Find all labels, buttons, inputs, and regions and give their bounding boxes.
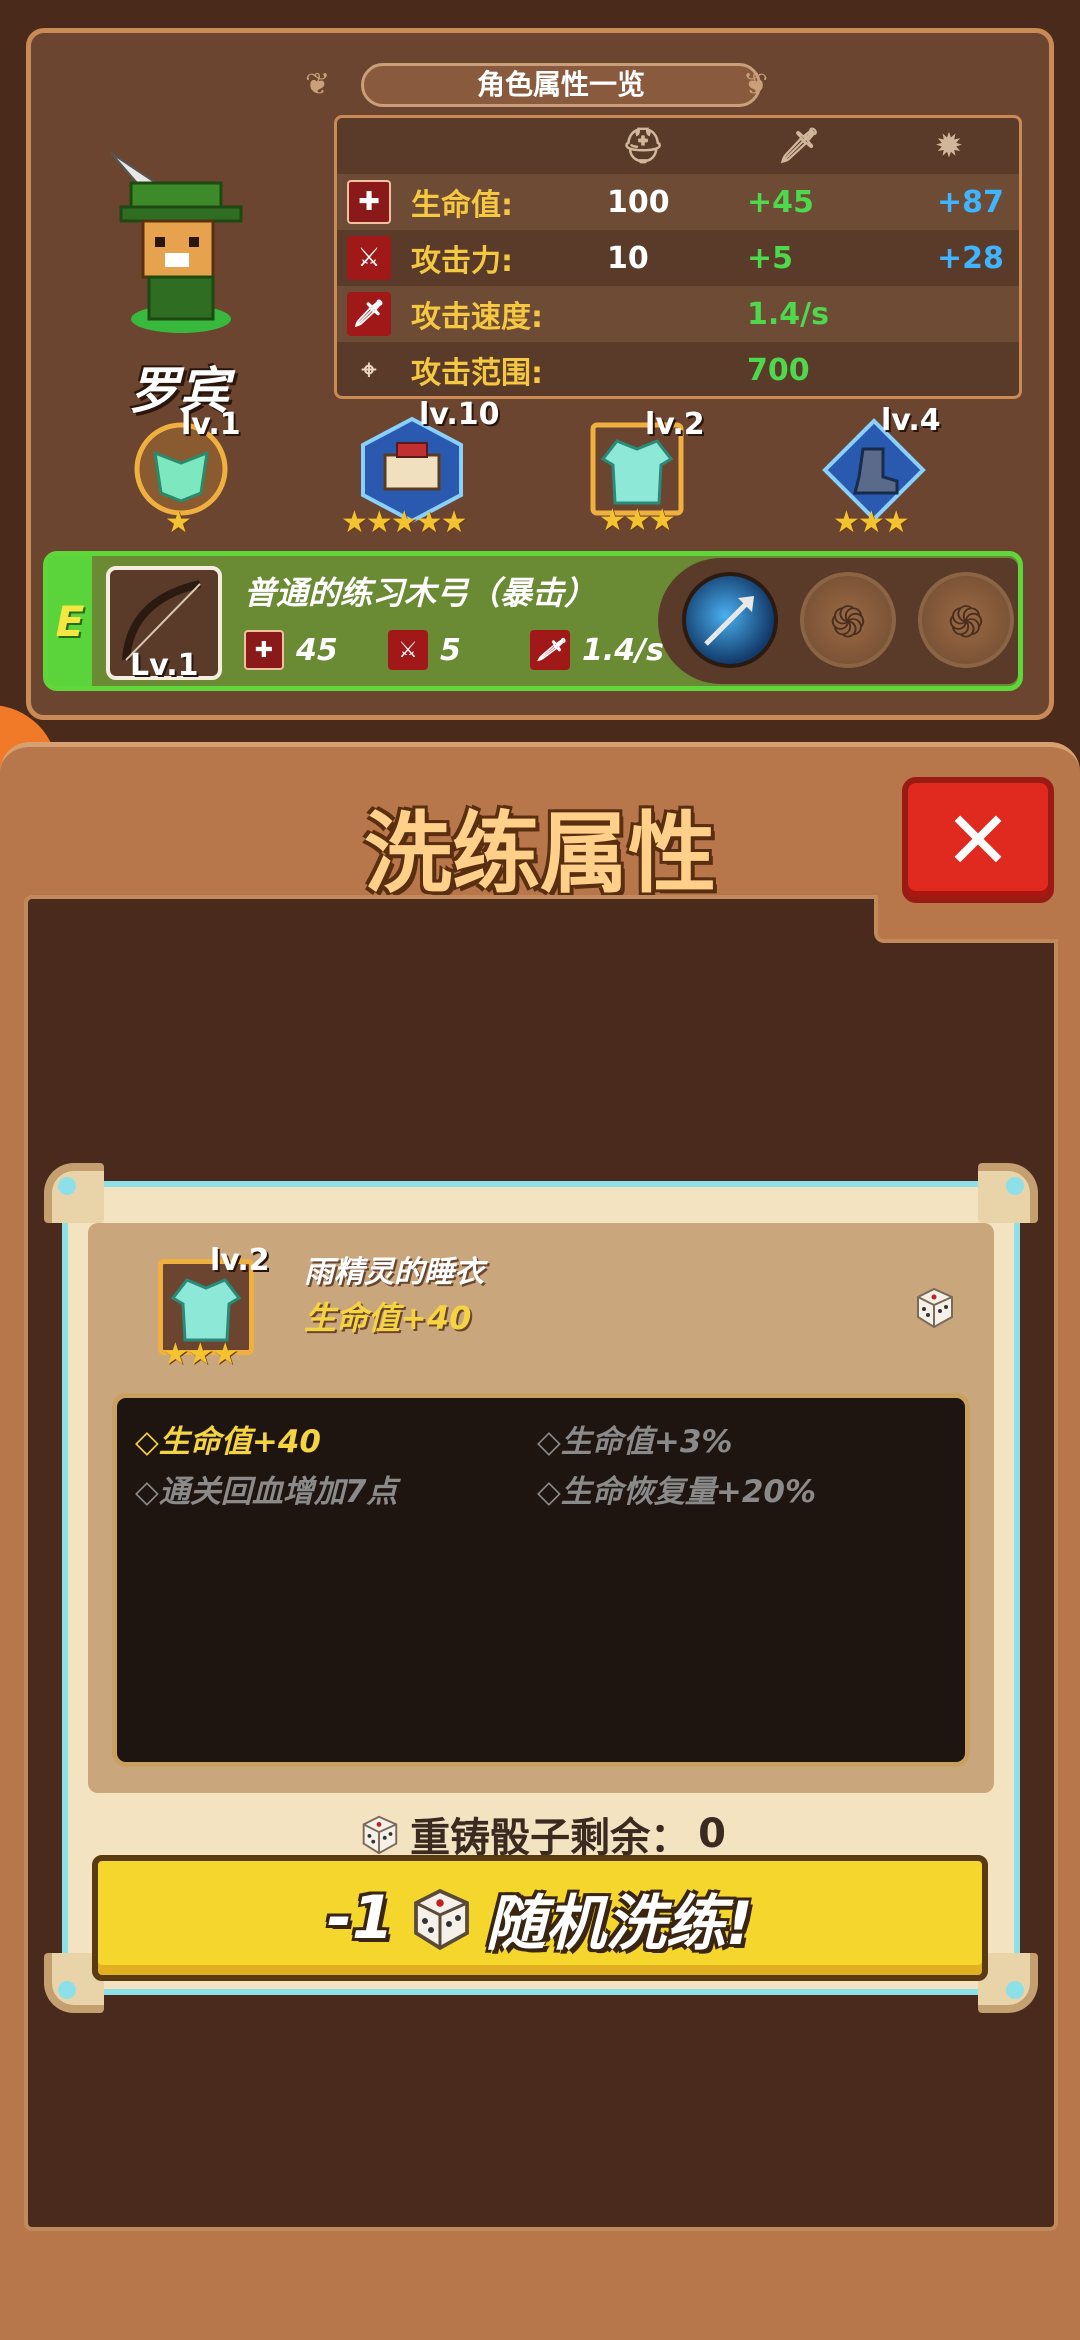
character-attributes-panel: ❦ 角色属性一览 ❦ 罗宾 ⛑ 🗡 ✹ ✚ 生命值: 100 +45 +87 ⚔… — [26, 28, 1054, 720]
attr-bonus-green: +5 — [747, 240, 794, 276]
sword-icon: ⚔ — [388, 630, 428, 670]
attr-label: 攻击速度: — [411, 300, 543, 335]
weapon-level: Lv.1 — [130, 648, 199, 683]
weapon-stat-value: 45 — [296, 632, 338, 668]
equip-slot-trinket[interactable]: lv.10 ★★★★★ — [341, 397, 500, 540]
crosshair-icon: ⌖ — [361, 354, 377, 385]
close-button[interactable]: ✕ — [902, 777, 1054, 903]
equip-stars: ★★★ — [599, 503, 676, 538]
wing-right-ornament: ❦ — [743, 67, 769, 102]
dice-icon — [362, 1815, 398, 1855]
attr-base-value: 100 — [607, 184, 670, 220]
locked-skill-icon[interactable] — [918, 572, 1014, 668]
item-level: lv.2 — [210, 1243, 270, 1278]
attr-row-hp: ✚ 生命值: 100 +45 +87 — [337, 174, 1019, 230]
attr-label: 生命值: — [411, 188, 513, 223]
equip-level: lv.1 — [181, 407, 241, 442]
property-item: ◇生命值+40 — [135, 1424, 321, 1460]
attributes-table: ⛑ 🗡 ✹ ✚ 生命值: 100 +45 +87 ⚔ 攻击力: 10 +5 +2… — [334, 115, 1022, 399]
weapon-stat-attack: ⚔ 5 — [388, 630, 461, 670]
heart-icon: ✚ — [347, 180, 391, 224]
equip-slot-boots[interactable]: lv.4 ★★★ — [811, 403, 951, 540]
heart-icon: ✚ — [244, 630, 284, 670]
attributes-header: 角色属性一览 — [361, 63, 761, 107]
helmet-icon: ⛑ — [621, 126, 665, 166]
equip-slot-armor[interactable]: lv.1 ★ — [131, 407, 241, 540]
random-refine-button[interactable]: -1 随机洗练! — [92, 1855, 988, 1981]
weapon-bar[interactable]: E Lv.1 普通的练习木弓（暴击） ✚ 45 ⚔ 5 🗡 1.4/s — [43, 551, 1023, 691]
equip-stars: ★★★ — [833, 505, 910, 540]
attr-bonus-green: +45 — [747, 184, 814, 220]
equip-level: lv.2 — [645, 407, 705, 442]
property-item: ◇生命值+3% — [537, 1424, 733, 1460]
weapon-stat-speed: 🗡 1.4/s — [530, 630, 664, 670]
refine-card: lv.2 ★★★ 雨精灵的睡衣 生命值+40 ◇生命值+40 ◇生命值+3% ◇… — [44, 1163, 1038, 2013]
item-main-attribute: 生命值+40 — [304, 1299, 472, 1337]
item-info-area: lv.2 ★★★ 雨精灵的睡衣 生命值+40 ◇生命值+40 ◇生命值+3% ◇… — [88, 1223, 994, 1793]
equip-level: lv.10 — [419, 397, 500, 432]
item-name: 雨精灵的睡衣 — [304, 1255, 484, 1290]
hero-avatar-icon — [110, 152, 243, 333]
property-item: ◇生命恢复量+20% — [537, 1474, 817, 1510]
weapon-grade-badge: E — [48, 556, 92, 686]
corner-ornament — [978, 1163, 1038, 1223]
equip-stars: ★★★★★ — [341, 505, 467, 540]
burst-icon: ✹ — [934, 126, 964, 166]
wing-left-ornament: ❦ — [305, 67, 331, 102]
attr-label: 攻击范围: — [411, 356, 543, 391]
weapon-stat-hp: ✚ 45 — [244, 630, 338, 670]
weapon-skill-track — [658, 558, 1018, 684]
weapon-stat-value: 5 — [440, 632, 461, 668]
corner-ornament — [44, 1163, 104, 1223]
speed-sword-icon: 🗡 — [530, 630, 570, 670]
attr-bonus-blue: +87 — [937, 184, 1004, 220]
equip-slot-shirt[interactable]: lv.2 ★★★ — [587, 407, 707, 538]
attr-row-attack-range: ⌖ 攻击范围: 700 — [337, 342, 1019, 396]
reroll-label: 随机洗练! — [485, 1888, 754, 1959]
speed-sword-icon: 🗡 — [347, 292, 391, 336]
reroll-cost: -1 — [326, 1883, 394, 1953]
attr-bonus-green: 1.4/s — [747, 296, 829, 332]
attributes-table-header: ⛑ 🗡 ✹ — [337, 118, 1019, 174]
attr-base-value: 10 — [607, 240, 649, 276]
attr-bonus-green: 700 — [747, 352, 810, 388]
arrow-skill-icon[interactable] — [682, 572, 778, 668]
sword-icon: 🗡 — [777, 126, 821, 166]
attr-row-attack: ⚔ 攻击力: 10 +5 +28 — [337, 230, 1019, 286]
attr-row-attack-speed: 🗡 攻击速度: 1.4/s — [337, 286, 1019, 342]
equip-level: lv.4 — [881, 403, 941, 438]
arrow-icon — [704, 596, 754, 646]
dice-icon[interactable] — [910, 1283, 958, 1331]
hero-portrait[interactable] — [81, 143, 281, 343]
attr-label: 攻击力: — [411, 244, 513, 279]
sword-icon: ⚔ — [347, 236, 391, 280]
dice-icon — [413, 1888, 469, 1951]
equip-stars: ★ — [165, 505, 192, 540]
weapon-name: 普通的练习木弓（暴击） — [244, 574, 597, 612]
attr-bonus-blue: +28 — [937, 240, 1004, 276]
property-item: ◇通关回血增加7点 — [135, 1474, 398, 1510]
locked-skill-icon[interactable] — [800, 572, 896, 668]
weapon-stat-value: 1.4/s — [582, 632, 664, 668]
item-stars: ★★★ — [162, 1337, 239, 1372]
refine-dialog: 洗练属性 ✕ lv.2 ★★★ 雨精灵的睡衣 生命值+40 ◇生命值+40 ◇生… — [0, 742, 1080, 2340]
dice-remaining-value: 0 — [698, 1811, 726, 1857]
random-properties-box: ◇生命值+40 ◇生命值+3% ◇通关回血增加7点 ◇生命恢复量+20% — [112, 1393, 970, 1767]
